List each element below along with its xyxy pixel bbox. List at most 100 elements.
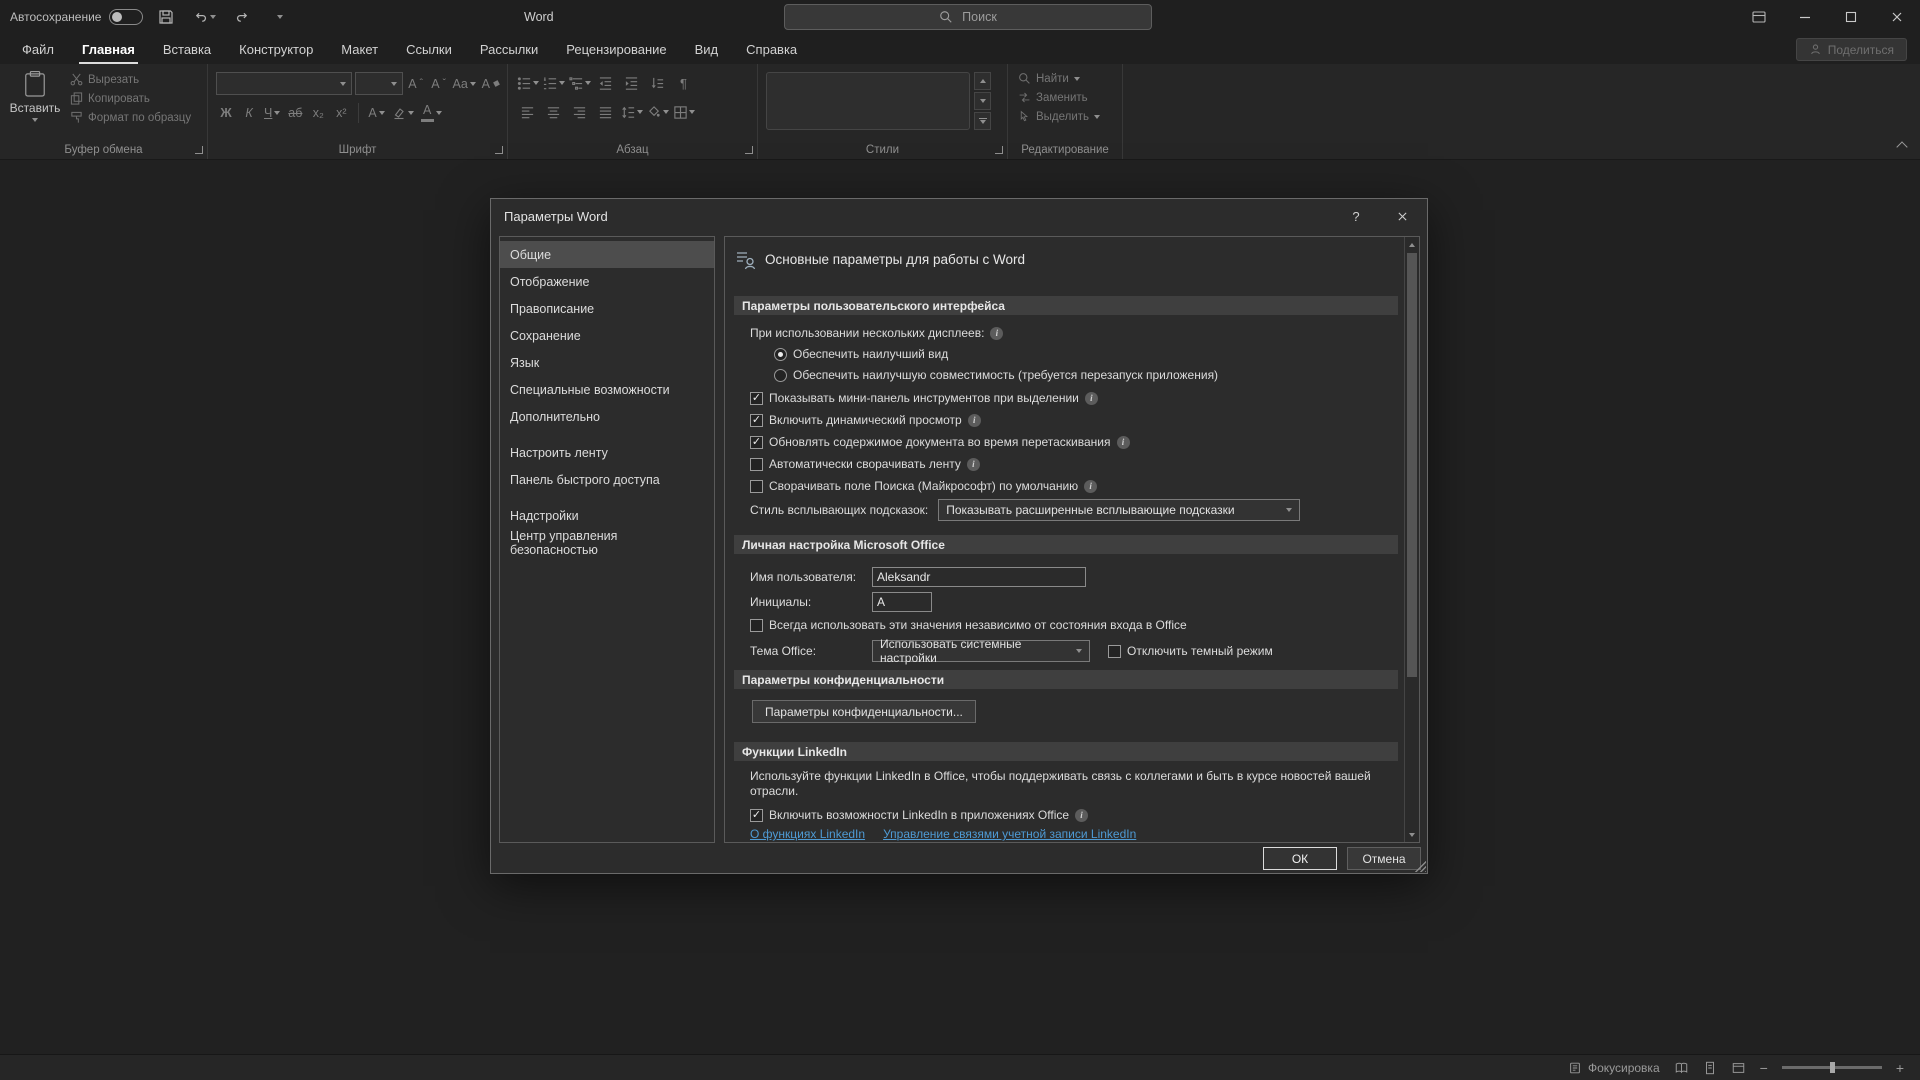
read-mode-button[interactable] bbox=[1674, 1061, 1689, 1075]
increase-indent-button[interactable] bbox=[620, 72, 643, 94]
tab-design[interactable]: Конструктор bbox=[225, 34, 327, 64]
focus-mode-button[interactable]: Фокусировка bbox=[1568, 1061, 1660, 1075]
checkbox-always-use[interactable]: Всегда использовать эти значения независ… bbox=[750, 617, 1398, 633]
tab-review[interactable]: Рецензирование bbox=[552, 34, 680, 64]
tab-references[interactable]: Ссылки bbox=[392, 34, 466, 64]
change-case-button[interactable]: Аа bbox=[452, 73, 477, 95]
privacy-settings-button[interactable]: Параметры конфиденциальности... bbox=[752, 700, 976, 723]
italic-button[interactable]: К bbox=[239, 102, 259, 124]
bullets-button[interactable] bbox=[516, 72, 539, 94]
quick-access-options-button[interactable] bbox=[265, 2, 295, 32]
shrink-font-button[interactable]: Аˇ bbox=[429, 73, 449, 95]
autosave-toggle[interactable] bbox=[109, 9, 144, 25]
ok-button[interactable]: ОК bbox=[1263, 847, 1337, 870]
cancel-button[interactable]: Отмена bbox=[1347, 847, 1421, 870]
link-about-linkedin[interactable]: О функциях LinkedIn bbox=[750, 827, 865, 841]
styles-scroll-up-button[interactable] bbox=[974, 72, 991, 90]
nav-item-general[interactable]: Общие bbox=[500, 241, 714, 268]
zoom-slider-thumb[interactable] bbox=[1829, 1062, 1835, 1073]
tab-mailings[interactable]: Рассылки bbox=[466, 34, 552, 64]
borders-button[interactable] bbox=[672, 101, 695, 123]
checkbox-mini-toolbar[interactable]: Показывать мини-панель инструментов при … bbox=[750, 390, 1398, 406]
align-right-button[interactable] bbox=[568, 101, 591, 123]
cut-button[interactable]: Вырезать bbox=[70, 73, 191, 86]
numbering-button[interactable] bbox=[542, 72, 565, 94]
maximize-button[interactable] bbox=[1828, 0, 1874, 34]
minimize-button[interactable] bbox=[1782, 0, 1828, 34]
text-effects-button[interactable]: А bbox=[366, 102, 386, 124]
subscript-button[interactable]: x₂ bbox=[308, 102, 328, 124]
shading-button[interactable] bbox=[646, 101, 669, 123]
checkbox-icon[interactable] bbox=[750, 808, 763, 822]
zoom-slider[interactable] bbox=[1781, 1062, 1882, 1073]
multilevel-list-button[interactable] bbox=[568, 72, 591, 94]
align-left-button[interactable] bbox=[516, 101, 539, 123]
tab-insert[interactable]: Вставка bbox=[149, 34, 225, 64]
show-hide-marks-button[interactable]: ¶ bbox=[672, 72, 695, 94]
checkbox-icon[interactable] bbox=[750, 479, 763, 493]
zoom-in-button[interactable]: + bbox=[1896, 1060, 1904, 1076]
align-center-button[interactable] bbox=[542, 101, 565, 123]
scrollbar[interactable] bbox=[1404, 237, 1419, 842]
nav-item-quick-access[interactable]: Панель быстрого доступа bbox=[500, 466, 714, 493]
nav-item-accessibility[interactable]: Специальные возможности bbox=[500, 376, 714, 403]
checkbox-icon[interactable] bbox=[750, 435, 763, 449]
web-layout-button[interactable] bbox=[1731, 1061, 1746, 1075]
checkbox-disable-dark-mode[interactable] bbox=[1108, 644, 1121, 658]
paste-button[interactable]: Вставить bbox=[6, 64, 64, 124]
line-spacing-button[interactable] bbox=[620, 101, 643, 123]
nav-item-customize-ribbon[interactable]: Настроить ленту bbox=[500, 439, 714, 466]
nav-item-proofing[interactable]: Правописание bbox=[500, 295, 714, 322]
nav-item-language[interactable]: Язык bbox=[500, 349, 714, 376]
format-painter-button[interactable]: Формат по образцу bbox=[70, 111, 191, 124]
styles-more-button[interactable] bbox=[974, 112, 991, 130]
nav-item-advanced[interactable]: Дополнительно bbox=[500, 403, 714, 430]
zoom-out-button[interactable]: − bbox=[1760, 1060, 1768, 1076]
checkbox-icon[interactable] bbox=[750, 391, 763, 405]
dialog-launcher-font[interactable] bbox=[495, 146, 503, 154]
tab-layout[interactable]: Макет bbox=[327, 34, 392, 64]
checkbox-collapse-ribbon[interactable]: Автоматически сворачивать ленту i bbox=[750, 456, 1398, 472]
redo-button[interactable] bbox=[227, 2, 257, 32]
username-input[interactable] bbox=[872, 567, 1086, 587]
styles-gallery[interactable] bbox=[766, 72, 970, 130]
dialog-close-button[interactable] bbox=[1383, 199, 1421, 233]
underline-button[interactable]: Ч bbox=[262, 102, 282, 124]
radio-icon[interactable] bbox=[774, 347, 787, 361]
close-button[interactable] bbox=[1874, 0, 1920, 34]
replace-button[interactable]: Заменить bbox=[1018, 91, 1122, 104]
scrollbar-thumb[interactable] bbox=[1407, 253, 1417, 677]
print-layout-button[interactable] bbox=[1703, 1061, 1717, 1075]
sort-button[interactable] bbox=[646, 72, 669, 94]
select-button[interactable]: Выделить bbox=[1018, 110, 1122, 123]
save-button[interactable] bbox=[151, 2, 181, 32]
tab-file[interactable]: Файл bbox=[8, 34, 68, 64]
checkbox-live-preview[interactable]: Включить динамический просмотр i bbox=[750, 412, 1398, 428]
clear-formatting-button[interactable]: А bbox=[480, 73, 501, 95]
search-box[interactable]: Поиск bbox=[784, 4, 1152, 30]
font-color-button[interactable]: А bbox=[419, 102, 444, 124]
nav-item-addins[interactable]: Надстройки bbox=[500, 502, 714, 529]
nav-item-display[interactable]: Отображение bbox=[500, 268, 714, 295]
nav-item-save[interactable]: Сохранение bbox=[500, 322, 714, 349]
checkbox-collapse-search[interactable]: Сворачивать поле Поиска (Майкрософт) по … bbox=[750, 478, 1398, 494]
office-theme-dropdown[interactable]: Использовать системные настройки bbox=[872, 637, 1090, 665]
checkbox-icon[interactable] bbox=[750, 457, 763, 471]
dialog-launcher-paragraph[interactable] bbox=[745, 146, 753, 154]
radio-compatibility[interactable]: Обеспечить наилучшую совместимость (треб… bbox=[774, 367, 1398, 383]
dialog-titlebar[interactable]: Параметры Word ? bbox=[491, 199, 1427, 233]
superscript-button[interactable]: x² bbox=[331, 102, 351, 124]
highlight-button[interactable] bbox=[390, 102, 416, 124]
radio-icon[interactable] bbox=[774, 368, 787, 382]
tooltip-style-dropdown[interactable]: Показывать расширенные всплывающие подск… bbox=[938, 499, 1301, 521]
checkbox-enable-linkedin[interactable]: Включить возможности LinkedIn в приложен… bbox=[750, 807, 1398, 823]
undo-button[interactable] bbox=[189, 2, 219, 32]
font-size-combobox[interactable] bbox=[354, 72, 403, 95]
font-name-combobox[interactable] bbox=[216, 72, 352, 95]
initials-input[interactable] bbox=[872, 592, 932, 612]
decrease-indent-button[interactable] bbox=[594, 72, 617, 94]
copy-button[interactable]: Копировать bbox=[70, 92, 191, 105]
scroll-down-button[interactable] bbox=[1405, 827, 1419, 842]
grow-font-button[interactable]: Аˆ bbox=[406, 73, 426, 95]
checkbox-update-drag[interactable]: Обновлять содержимое документа во время … bbox=[750, 434, 1398, 450]
